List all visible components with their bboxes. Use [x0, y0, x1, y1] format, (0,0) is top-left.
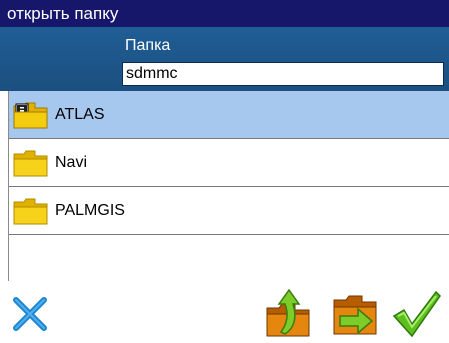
folder-up-icon[interactable] — [265, 288, 313, 338]
folder-list: ATLAS Navi PALMGIS — [8, 91, 449, 281]
window-title: открыть папку — [0, 0, 449, 27]
path-header: Папка — [0, 27, 449, 91]
folder-name: PALMGIS — [55, 201, 125, 219]
folder-row-palmgis[interactable]: PALMGIS — [9, 187, 449, 235]
folder-label: Папка — [125, 37, 171, 54]
path-input[interactable] — [122, 62, 444, 86]
folder-move-icon[interactable] — [332, 294, 382, 338]
folder-icon — [13, 198, 48, 224]
open-folder-document-icon — [13, 102, 48, 128]
folder-name: ATLAS — [55, 105, 105, 123]
folder-icon — [13, 150, 48, 176]
checkmark-icon[interactable] — [392, 290, 442, 338]
folder-row-navi[interactable]: Navi — [9, 139, 449, 187]
folder-row-atlas[interactable]: ATLAS — [9, 91, 449, 139]
folder-name: Navi — [55, 153, 88, 171]
close-x-icon[interactable] — [12, 296, 48, 332]
